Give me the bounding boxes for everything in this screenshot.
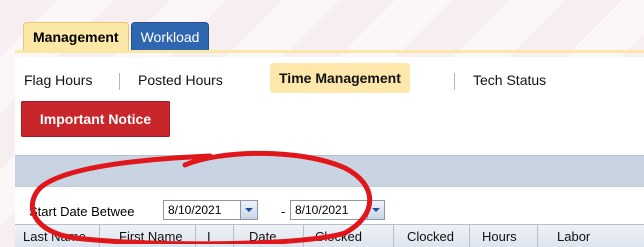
chevron-down-icon[interactable] xyxy=(367,201,384,219)
subnav-divider xyxy=(454,73,455,90)
column-initial[interactable]: I xyxy=(207,229,211,244)
column-first-name[interactable]: First Name xyxy=(119,229,183,244)
start-date-value: 8/10/2021 xyxy=(168,203,222,217)
important-notice-button[interactable]: Important Notice xyxy=(21,101,170,137)
subnav-posted-hours[interactable]: Posted Hours xyxy=(138,66,223,95)
date-range-dash: - xyxy=(281,204,286,219)
column-labor[interactable]: Labor xyxy=(557,229,590,244)
chevron-down-icon[interactable] xyxy=(240,201,257,219)
start-date-label: Start Date Betwee xyxy=(29,204,135,219)
tab-workload[interactable]: Workload xyxy=(130,22,210,51)
start-date-field[interactable]: 8/10/2021 xyxy=(163,200,258,220)
tab-underline xyxy=(15,50,644,53)
column-clocked-in[interactable]: Clocked xyxy=(315,229,362,244)
notice-area: Important Notice xyxy=(15,97,644,157)
app-frame: Management Workload Flag Hours Posted Ho… xyxy=(15,12,644,247)
column-hours[interactable]: Hours xyxy=(482,229,517,244)
tab-management[interactable]: Management xyxy=(23,22,129,51)
column-clocked-out[interactable]: Clocked xyxy=(407,229,454,244)
filter-toolbar: Start Date Betwee 8/10/2021 - 8/10/2021 xyxy=(15,186,644,225)
subnav-tech-status[interactable]: Tech Status xyxy=(473,66,546,95)
grid-header-band xyxy=(15,155,644,186)
top-tabs: Management Workload xyxy=(23,22,211,51)
column-date[interactable]: Date xyxy=(249,229,276,244)
subnav-divider xyxy=(119,73,120,90)
subnav-time-management[interactable]: Time Management xyxy=(270,63,410,93)
end-date-value: 8/10/2021 xyxy=(295,203,349,217)
column-last-name[interactable]: Last Name xyxy=(23,229,86,244)
end-date-field[interactable]: 8/10/2021 xyxy=(290,200,385,220)
sub-navigation: Flag Hours Posted Hours Time Management … xyxy=(15,57,644,97)
subnav-flag-hours[interactable]: Flag Hours xyxy=(24,66,92,95)
